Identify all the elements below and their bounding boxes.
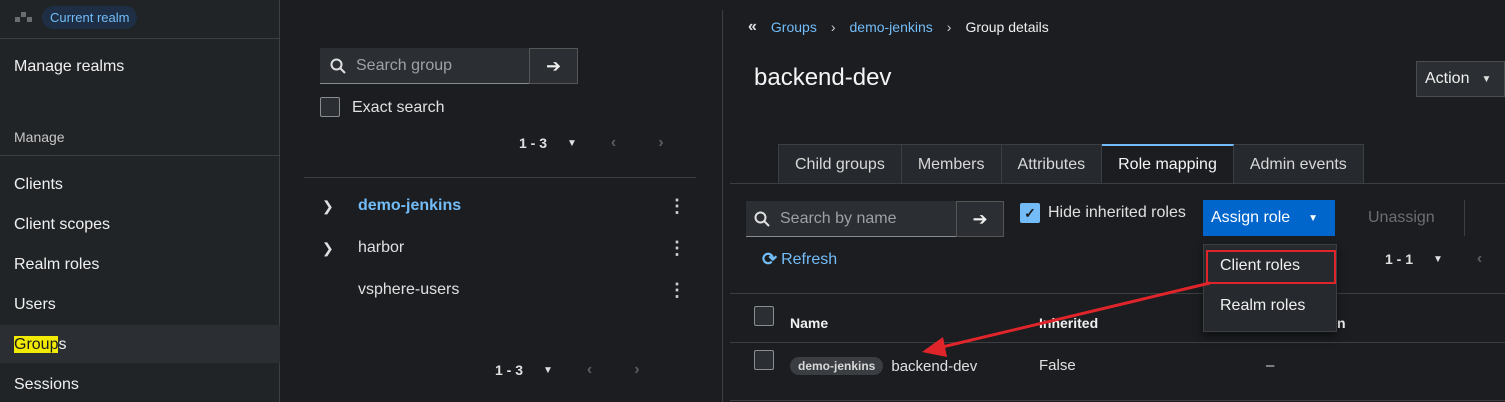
annotation-arrow	[922, 281, 1211, 357]
